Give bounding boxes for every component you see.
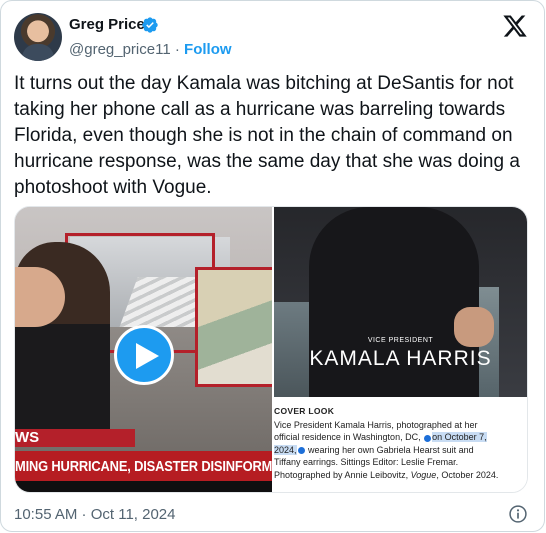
author-handle[interactable]: @greg_price11 <box>69 41 171 58</box>
video-chyron-text: MING HURRICANE, DISASTER DISINFORMATIO <box>15 457 272 475</box>
magazine-kicker: VICE PRESIDENT <box>367 337 434 344</box>
selection-handle-start <box>424 434 432 442</box>
magazine-image[interactable]: VICE PRESIDENT KAMALA HARRIS COVER LOOK … <box>274 207 527 492</box>
magazine-cover-photo: VICE PRESIDENT KAMALA HARRIS <box>274 207 527 397</box>
video-chyron-top-text: WS <box>15 429 40 446</box>
caption-part-3: , October 2024. <box>436 469 499 480</box>
video-weather-map <box>195 267 272 387</box>
author-name[interactable]: Greg Price <box>69 16 145 33</box>
avatar[interactable] <box>14 13 62 61</box>
tweet-timestamp[interactable]: 10:55 AM · Oct 11, 2024 <box>14 506 175 523</box>
video-thumbnail[interactable]: WS MING HURRICANE, DISASTER DISINFORMATI… <box>15 207 272 492</box>
tweet-text: It turns out the day Kamala was bitching… <box>14 73 520 198</box>
info-icon[interactable] <box>508 504 528 524</box>
media-grid: WS MING HURRICANE, DISASTER DISINFORMATI… <box>14 206 528 493</box>
avatar-shirt <box>22 44 54 61</box>
verified-badge-icon <box>142 17 158 33</box>
play-button[interactable] <box>114 325 174 385</box>
caption-italic: Vogue <box>410 469 437 480</box>
x-logo-icon[interactable] <box>502 13 528 39</box>
video-chyron-top: WS <box>15 429 135 447</box>
magazine-headline: KAMALA HARRIS <box>309 347 492 370</box>
magazine-section-label: COVER LOOK <box>274 406 335 416</box>
handle-separator: · <box>174 41 180 58</box>
play-icon <box>136 343 159 369</box>
video-chyron: MING HURRICANE, DISASTER DISINFORMATIO <box>15 451 272 481</box>
magazine-caption: Vice President Kamala Harris, photograph… <box>274 419 502 481</box>
follow-button[interactable]: Follow <box>184 41 232 58</box>
handle-row: @greg_price11 · Follow <box>69 41 232 58</box>
selection-handle-end <box>297 446 305 454</box>
tweet-card[interactable]: Greg Price @greg_price11 · Follow It tur… <box>0 0 545 532</box>
video-chyron-bottom <box>15 481 272 492</box>
